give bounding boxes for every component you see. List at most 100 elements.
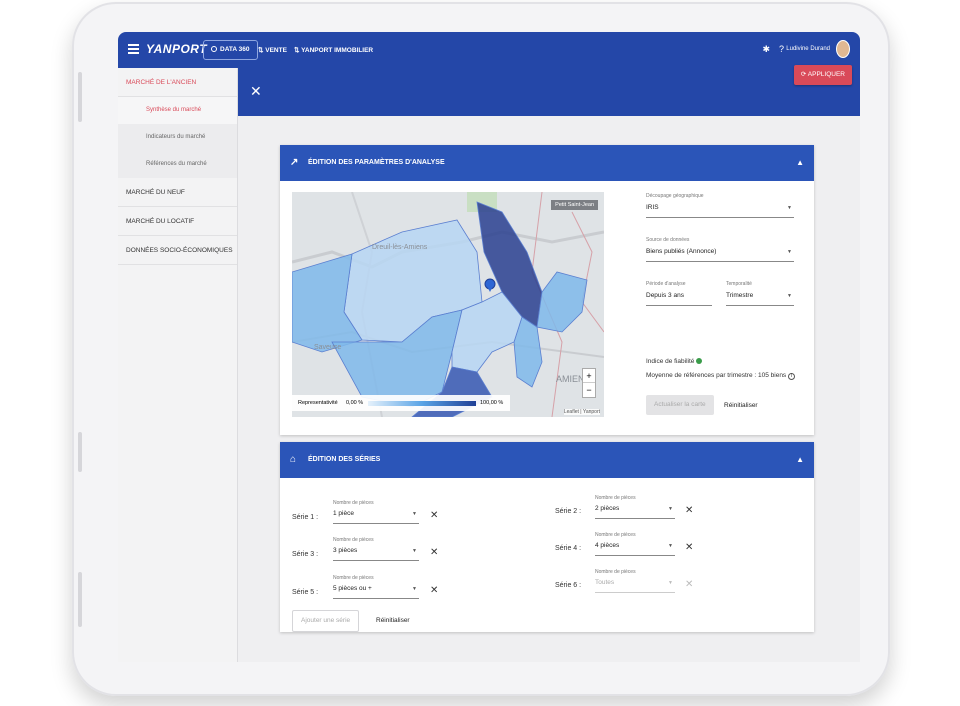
help-icon[interactable]: ?: [779, 44, 784, 54]
nav-link-vente[interactable]: ⇅ VENTE: [258, 46, 287, 54]
analysis-card-header[interactable]: ↗ ÉDITION DES PARAMÈTRES D'ANALYSE ▲: [280, 145, 814, 181]
series-4-select[interactable]: 4 pièces ▼: [595, 542, 675, 556]
map-attribution[interactable]: Leaflet | Yanport: [563, 409, 600, 415]
status-dot-icon: [696, 358, 703, 364]
target-icon: [211, 46, 217, 52]
reset-analysis-button[interactable]: Réinitialiser: [724, 402, 758, 409]
tablet-side-button-bottom: [78, 572, 82, 627]
series-3-select[interactable]: 3 pièces ▼: [333, 547, 419, 561]
periode-label: Période d'analyse: [646, 281, 686, 287]
decoupage-label: Découpage géographique: [646, 193, 704, 199]
dropdown-arrow-icon: ▼: [412, 511, 417, 517]
zoom-out-button[interactable]: −: [583, 383, 595, 397]
zoom-control: + −: [582, 368, 596, 398]
app-screen: YANPORT DATA 360 ⇅ VENTE ⇅ YANPORT IMMOB…: [118, 32, 860, 662]
tablet-side-button-lower: [78, 432, 82, 472]
tablet-side-button-top: [78, 72, 82, 122]
app-logo[interactable]: YANPORT: [146, 42, 207, 56]
close-icon[interactable]: ✕: [250, 83, 262, 100]
series-5-value: 5 pièces ou +: [333, 585, 372, 592]
series-card-title: ÉDITION DES SÉRIES: [308, 456, 381, 463]
series-4-remove-icon[interactable]: ✕: [685, 542, 693, 553]
chevron-up-icon[interactable]: ▲: [796, 145, 804, 181]
temporalite-select[interactable]: Trimestre ▼: [726, 292, 794, 306]
sidebar-item-indicateurs[interactable]: Indicateurs du marché: [118, 124, 237, 151]
nav-link-immobilier[interactable]: ⇅ YANPORT IMMOBILIER: [294, 46, 373, 54]
bug-icon[interactable]: ✱: [762, 44, 770, 55]
periode-value: Depuis 3 ans: [646, 292, 684, 299]
map-legend: Representativité 0,00 % 100,00 %: [292, 395, 510, 411]
source-value: Biens publiés (Annonce): [646, 248, 717, 255]
sidebar-item-neuf[interactable]: MARCHÉ DU NEUF: [118, 178, 237, 207]
trending-icon: ↗: [290, 157, 299, 168]
menu-icon[interactable]: [128, 44, 139, 54]
map[interactable]: Dreuil-lès-Amiens Saveuse AMIENS Petit S…: [292, 192, 604, 417]
series-1-remove-icon[interactable]: ✕: [430, 510, 438, 521]
sidebar-item-references[interactable]: Références du marché: [118, 151, 237, 178]
series-5-remove-icon[interactable]: ✕: [430, 585, 438, 596]
series-3-label: Série 3 :: [292, 551, 319, 558]
source-label: Source de données: [646, 237, 690, 243]
series-5-field-label: Nombre de pièces: [333, 575, 374, 581]
analysis-card-title: ÉDITION DES PARAMÈTRES D'ANALYSE: [308, 159, 445, 166]
decoupage-select[interactable]: IRIS ▼: [646, 204, 794, 218]
sidebar-item-ancien[interactable]: MARCHÉ DE L'ANCIEN: [118, 68, 237, 97]
home-icon: ⌂: [290, 454, 297, 465]
dropdown-arrow-icon: ▼: [787, 205, 792, 211]
source-select[interactable]: Biens publiés (Annonce) ▼: [646, 248, 794, 262]
series-1-select[interactable]: 1 pièce ▼: [333, 510, 419, 524]
dropdown-arrow-icon: ▼: [412, 548, 417, 554]
sidebar-item-locatif[interactable]: MARCHÉ DU LOCATIF: [118, 207, 237, 236]
fiabilite-label: Indice de fiabilité: [646, 358, 695, 365]
series-2-select[interactable]: 2 pièces ▼: [595, 505, 675, 519]
chevron-up-icon[interactable]: ▲: [796, 442, 804, 478]
series-2-field-label: Nombre de pièces: [595, 495, 636, 501]
add-series-button[interactable]: Ajouter une série: [292, 610, 360, 632]
decoupage-value: IRIS: [646, 204, 659, 211]
sidebar: MARCHÉ DE L'ANCIEN Synthèse du marché In…: [118, 68, 238, 662]
series-6-field-label: Nombre de pièces: [595, 569, 636, 575]
series-3-field-label: Nombre de pièces: [333, 537, 374, 543]
map-label-dreuil: Dreuil-lès-Amiens: [372, 244, 428, 251]
fiabilite-text: Indice de fiabilité: [646, 358, 703, 365]
series-3-remove-icon[interactable]: ✕: [430, 547, 438, 558]
update-map-button[interactable]: Actualiser la carte: [646, 395, 714, 415]
series-4-field-label: Nombre de pièces: [595, 532, 636, 538]
info-icon[interactable]: i: [788, 373, 796, 380]
avatar[interactable]: [836, 40, 850, 58]
series-6-remove-icon[interactable]: ✕: [685, 579, 693, 590]
map-label-saveuse: Saveuse: [314, 344, 342, 351]
legend-min: 0,00 %: [346, 400, 364, 406]
legend-gradient: [368, 401, 476, 406]
series-2-label: Série 2 :: [555, 508, 582, 515]
dropdown-arrow-icon: ▼: [787, 293, 792, 299]
series-6-select[interactable]: Toutes ▼: [595, 579, 675, 593]
dropdown-arrow-icon: ▼: [787, 249, 792, 255]
apply-button[interactable]: ⟳ APPLIQUER: [793, 65, 852, 85]
series-3-value: 3 pièces: [333, 547, 358, 554]
reset-series-button[interactable]: Réinitialiser: [376, 617, 410, 624]
sidebar-item-socio[interactable]: DONNÉES SOCIO-ÉCONOMIQUES: [118, 236, 237, 265]
zoom-in-button[interactable]: +: [583, 369, 595, 383]
nav-link-label: YANPORT IMMOBILIER: [301, 47, 374, 54]
series-2-remove-icon[interactable]: ✕: [685, 505, 693, 516]
series-1-label: Série 1 :: [292, 514, 319, 521]
series-5-select[interactable]: 5 pièces ou + ▼: [333, 585, 419, 599]
nav-link-label: VENTE: [265, 47, 287, 54]
sub-bar: ✕: [238, 68, 860, 116]
moyenne-text: Moyenne de références par trimestre : 10…: [646, 372, 796, 380]
map-chip: Petit Saint-Jean: [551, 200, 598, 210]
series-1-value: 1 pièce: [333, 510, 354, 517]
user-name[interactable]: Ludivine Durand: [786, 46, 830, 52]
series-card: ⌂ ÉDITION DES SÉRIES ▲ Série 1 : Nombre …: [280, 442, 814, 632]
module-chip-label: DATA 360: [220, 46, 250, 53]
series-4-value: 4 pièces: [595, 542, 620, 549]
top-bar: YANPORT DATA 360 ⇅ VENTE ⇅ YANPORT IMMOB…: [118, 32, 860, 68]
series-card-header[interactable]: ⌂ ÉDITION DES SÉRIES ▲: [280, 442, 814, 478]
module-chip[interactable]: DATA 360: [203, 40, 258, 60]
periode-field[interactable]: Depuis 3 ans: [646, 292, 712, 306]
temporalite-value: Trimestre: [726, 292, 754, 299]
sidebar-item-synthese[interactable]: Synthèse du marché: [118, 97, 237, 124]
dropdown-arrow-icon: ▼: [668, 506, 673, 512]
series-1-field-label: Nombre de pièces: [333, 500, 374, 506]
